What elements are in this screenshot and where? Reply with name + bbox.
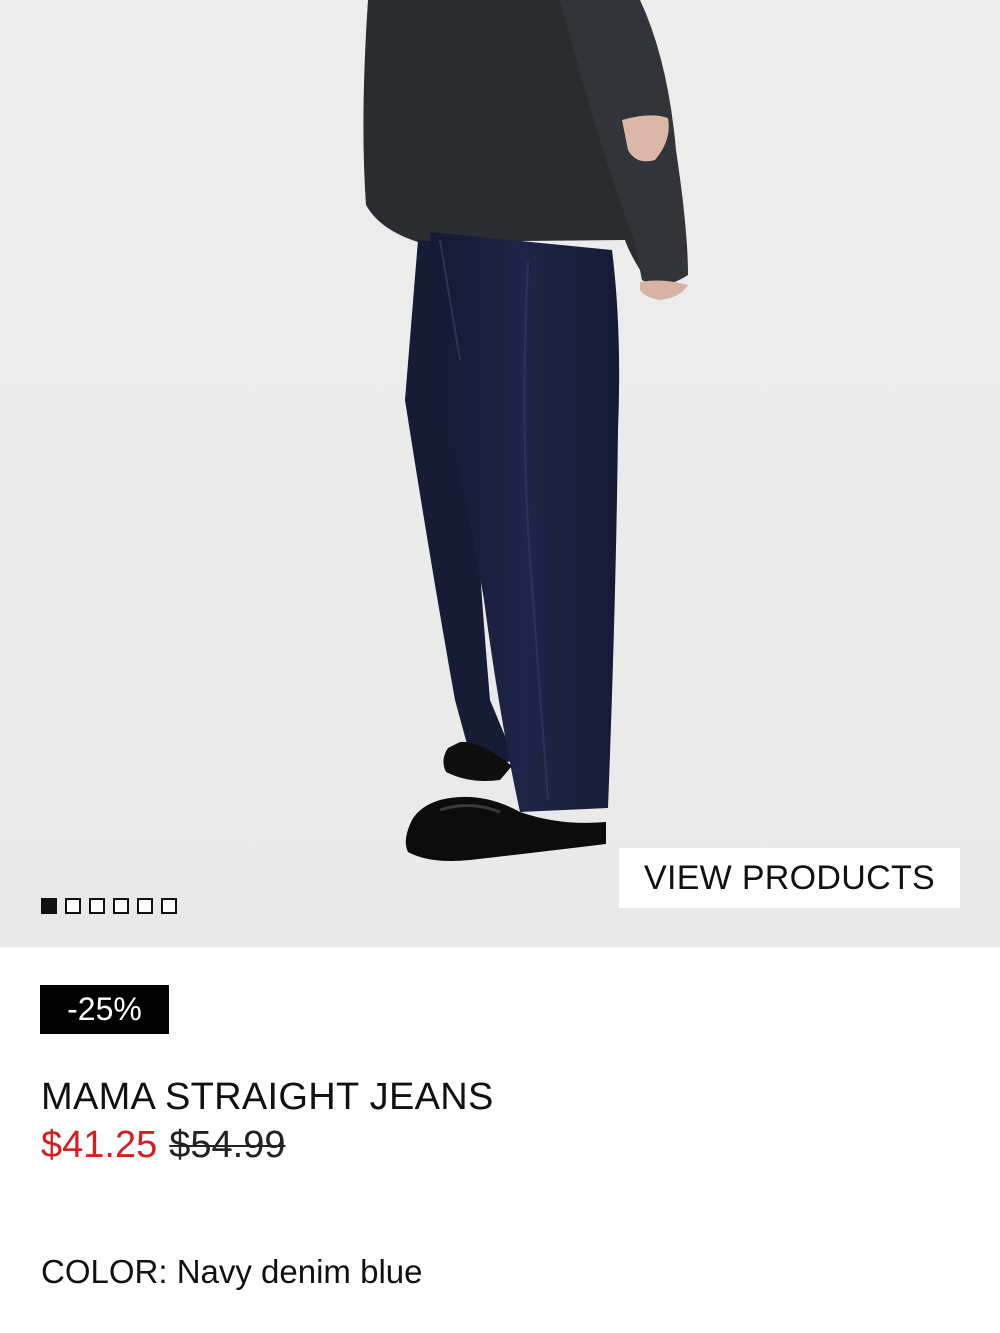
slide-dot-6[interactable] [161,898,177,914]
product-name: MAMA STRAIGHT JEANS [41,1076,494,1118]
view-products-button[interactable]: VIEW PRODUCTS [619,848,960,908]
slide-dot-3[interactable] [89,898,105,914]
slide-indicators [41,898,177,914]
price-row: $41.25 $54.99 [41,1124,285,1167]
product-photo [0,0,1000,947]
discount-badge: -25% [40,985,169,1034]
slide-dot-1[interactable] [41,898,57,914]
product-image-gallery[interactable]: VIEW PRODUCTS [0,0,1000,947]
slide-dot-5[interactable] [137,898,153,914]
slide-dot-2[interactable] [65,898,81,914]
original-price: $54.99 [169,1124,286,1166]
sale-price: $41.25 [41,1124,158,1166]
slide-dot-4[interactable] [113,898,129,914]
color-label: COLOR: Navy denim blue [41,1253,423,1290]
